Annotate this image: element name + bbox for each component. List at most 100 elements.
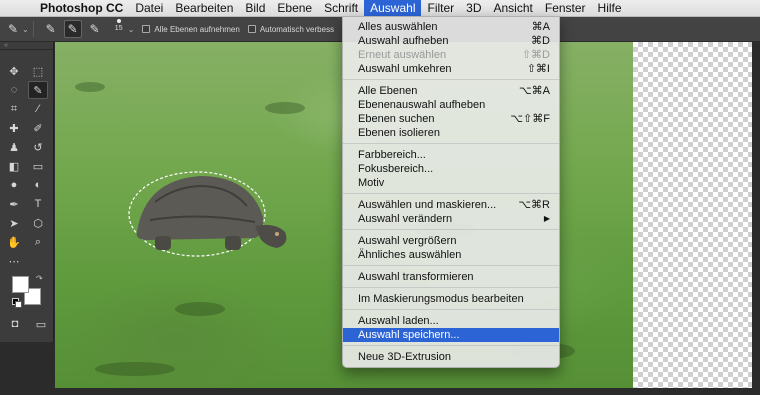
menu-item[interactable]: Auswahl laden... (343, 314, 559, 328)
history-brush-tool-icon[interactable]: ↺ (28, 138, 48, 156)
menu-item-shortcut: ⌥⌘A (518, 85, 550, 97)
menu-item[interactable]: Ebenen isolieren (343, 126, 559, 140)
menu-item[interactable]: Ähnliches auswählen (343, 248, 559, 262)
menu-item-label: Auswahl speichern... (358, 329, 460, 341)
menu-separator (343, 193, 559, 194)
menu-item[interactable]: Im Maskierungsmodus bearbeiten (343, 292, 559, 306)
quick-mask-icon[interactable]: ◘ (6, 315, 24, 333)
menu-separator (343, 79, 559, 80)
gradient-tool-icon[interactable]: ▭ (28, 157, 48, 175)
zoom-tool-icon[interactable]: ⌕ (28, 233, 48, 251)
menu-item[interactable]: Auswahl umkehren ⇧⌘I (343, 62, 559, 76)
blur-tool-icon[interactable]: ● (4, 176, 24, 194)
menu-item[interactable]: Ebenen suchen ⌥⇧⌘F (343, 112, 559, 126)
menu-auswahl[interactable]: Auswahl (364, 0, 422, 17)
menu-item[interactable]: Auswählen und maskieren... ⌥⌘R (343, 198, 559, 212)
menu-item-label: Auswahl laden... (358, 315, 439, 327)
menu-fenster[interactable]: Fenster (539, 0, 592, 17)
auswahl-menu: Alles auswählen ⌘A Auswahl aufheben ⌘D Erneu… (342, 16, 560, 368)
menu-item[interactable]: Motiv (343, 176, 559, 190)
eraser-tool-icon[interactable]: ◧ (4, 157, 24, 175)
menu-item[interactable]: Auswahl vergrößern (343, 234, 559, 248)
screen-mode-icon[interactable]: ▭ (32, 315, 50, 333)
path-selection-tool-icon[interactable]: ➤ (4, 214, 24, 232)
menu-hilfe[interactable]: Hilfe (592, 0, 628, 17)
marquee-tool-icon[interactable]: ⬚ (28, 62, 48, 80)
grass-patch (95, 362, 175, 376)
menu-item[interactable]: Auswahl speichern... (343, 328, 559, 342)
menu-item[interactable]: Alles auswählen ⌘A (343, 20, 559, 34)
grass-patch (75, 82, 105, 92)
dodge-tool-icon[interactable]: ◐ (28, 176, 48, 194)
pen-tool-icon[interactable]: ✒ (4, 195, 24, 213)
chevron-down-icon[interactable]: ⌄ (22, 25, 29, 34)
mode-tools: ◘ ▭ (6, 315, 50, 333)
status-edge (0, 388, 760, 395)
menu-schrift[interactable]: Schrift (318, 0, 364, 17)
color-swatches: ↷ (10, 274, 46, 310)
menu-item[interactable]: Auswahl verändern ▶ (343, 212, 559, 226)
transparent-canvas-area (633, 42, 752, 388)
menu-item-label: Auswahl verändern (358, 213, 453, 225)
default-colors-icon[interactable] (12, 298, 22, 308)
menu-item-label: Motiv (358, 177, 385, 189)
menu-3d[interactable]: 3D (460, 0, 487, 17)
menu-ansicht[interactable]: Ansicht (488, 0, 539, 17)
menu-item[interactable]: Auswahl aufheben ⌘D (343, 34, 559, 48)
healing-brush-tool-icon[interactable]: ✚ (4, 119, 24, 137)
foreground-color-swatch[interactable] (12, 276, 29, 293)
app-menu[interactable]: Photoshop CC (40, 1, 123, 15)
tools-grid: ✥ ⬚ ◌ ✎ ⌗ ⁄ ✚ ✐ ♟ ↺ ◧ ▭ ● ◐ ✒ T ➤ ⬡ ✋ ⌕ … (4, 62, 50, 271)
brush-size-picker[interactable]: 15 (110, 19, 128, 39)
menu-bearbeiten[interactable]: Bearbeiten (169, 0, 239, 17)
brush-tool-icon[interactable]: ✐ (28, 119, 48, 137)
menu-item[interactable]: Neue 3D-Extrusion (343, 350, 559, 364)
panel-collapse-grip[interactable]: « (0, 42, 53, 50)
lasso-tool-icon[interactable]: ◌ (4, 81, 24, 99)
tool-preset-picker-icon[interactable]: ✎ (4, 20, 22, 38)
new-selection-icon[interactable]: ✎ (42, 20, 60, 38)
menu-item-label: Ähnliches auswählen (358, 249, 462, 261)
move-tool-icon[interactable]: ✥ (4, 62, 24, 80)
auto-enhance-checkbox[interactable] (247, 25, 256, 33)
menu-item-label: Ebenen suchen (358, 113, 435, 125)
menu-item-label: Auswahl vergrößern (358, 235, 457, 247)
add-to-selection-icon[interactable]: ✎ (63, 20, 82, 38)
menu-bar: Photoshop CC Datei Bearbeiten Bild Ebene… (0, 0, 760, 17)
menu-item-label: Ebenen isolieren (358, 127, 440, 139)
menu-item-label: Alles auswählen (358, 21, 438, 33)
type-tool-icon[interactable]: T (28, 195, 48, 213)
grass-patch (265, 102, 305, 114)
brush-size-value: 15 (114, 25, 123, 32)
sample-all-layers-label: Alle Ebenen aufnehmen (154, 24, 240, 34)
swap-colors-icon[interactable]: ↷ (36, 274, 43, 283)
menu-item[interactable]: Fokusbereich... (343, 162, 559, 176)
grass-patch (175, 302, 225, 316)
menu-item-label: Ebenenauswahl aufheben (358, 99, 486, 111)
clone-stamp-tool-icon[interactable]: ♟ (4, 138, 24, 156)
menu-bild[interactable]: Bild (239, 0, 271, 17)
quick-selection-tool-icon[interactable]: ✎ (28, 81, 48, 99)
menu-item-label: Neue 3D-Extrusion (358, 351, 451, 363)
menu-item[interactable]: Auswahl transformieren (343, 270, 559, 284)
menu-item[interactable]: Ebenenauswahl aufheben (343, 98, 559, 112)
eyedropper-tool-icon[interactable]: ⁄ (28, 100, 48, 118)
hand-tool-icon[interactable]: ✋ (4, 233, 24, 251)
tortoise-image (128, 171, 287, 257)
menu-ebene[interactable]: Ebene (271, 0, 318, 17)
more-tools-icon[interactable]: ⋯ (4, 252, 24, 270)
chevron-down-icon[interactable]: ⌄ (128, 25, 135, 34)
crop-tool-icon[interactable]: ⌗ (4, 100, 24, 118)
menu-item[interactable]: Farbbereich... (343, 148, 559, 162)
menu-filter[interactable]: Filter (421, 0, 460, 17)
menu-datei[interactable]: Datei (129, 0, 169, 17)
subtract-from-selection-icon[interactable]: ✎ (86, 20, 104, 38)
menu-item[interactable]: Alle Ebenen ⌥⌘A (343, 84, 559, 98)
menu-item-label: Auswählen und maskieren... (358, 199, 497, 211)
shape-tool-icon[interactable]: ⬡ (28, 214, 48, 232)
menu-item-label: Alle Ebenen (358, 85, 418, 97)
menu-item-label: Auswahl aufheben (358, 35, 449, 47)
menu-item-shortcut: ⌘D (531, 35, 550, 47)
menu-item-shortcut: ⌘A (531, 21, 550, 33)
sample-all-layers-checkbox[interactable] (142, 25, 151, 33)
